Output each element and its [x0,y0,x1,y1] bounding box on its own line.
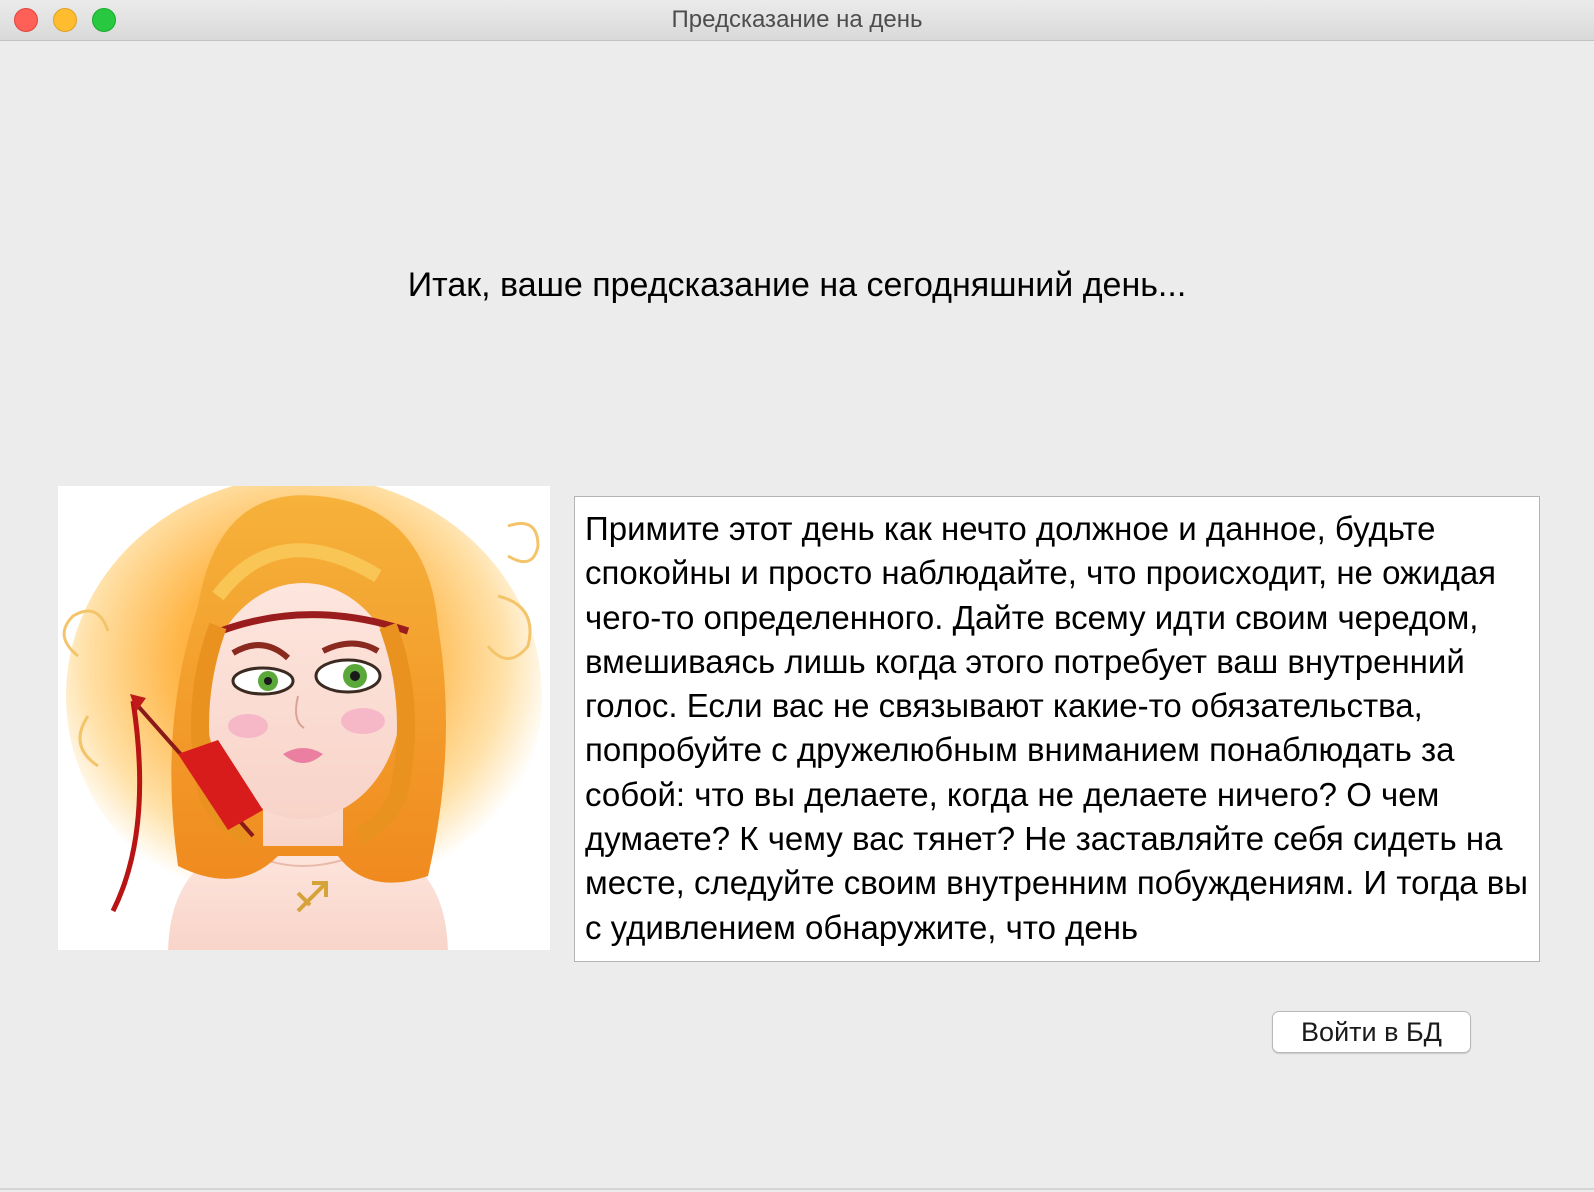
sagittarius-girl-icon [58,476,550,956]
zodiac-portrait-image [58,476,550,956]
window-title: Предсказание на день [671,6,923,33]
window-bottom-border [0,1188,1594,1190]
db-login-button[interactable]: Войти в БД [1272,1011,1471,1053]
prediction-text: Примите этот день как нечто должное и да… [585,510,1528,946]
prediction-heading: Итак, ваше предсказание на сегодняшний д… [407,266,1187,304]
app-window: Предсказание на день Итак, ваше предсказ… [0,0,1594,1192]
prediction-text-area[interactable]: Примите этот день как нечто должное и да… [574,496,1540,962]
title-bar[interactable]: Предсказание на день [0,0,1594,41]
